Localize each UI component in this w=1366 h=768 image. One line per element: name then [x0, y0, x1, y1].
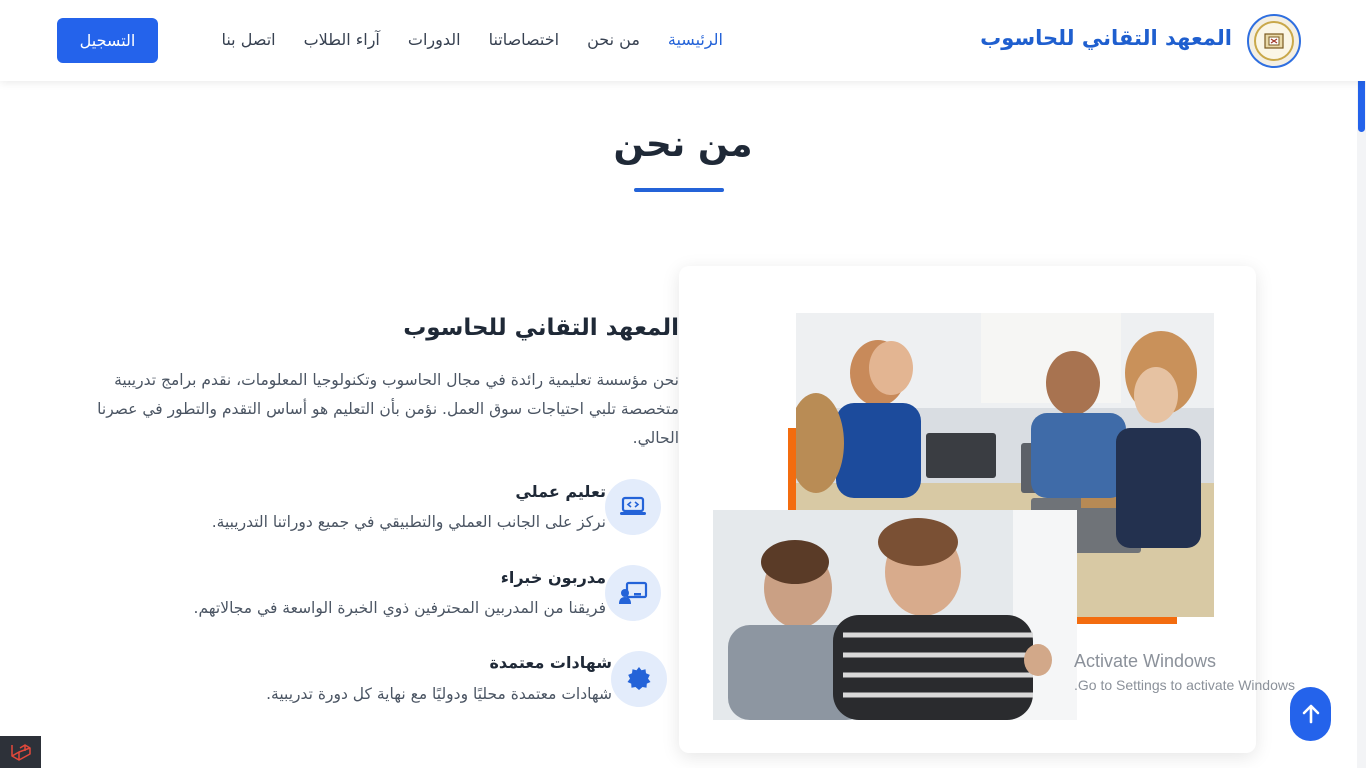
title-underline — [634, 188, 724, 192]
instructor-whiteboard-photo — [713, 510, 1077, 720]
main-nav: الرئيسية من نحن اختصاصاتنا الدورات آراء … — [221, 30, 723, 49]
windows-activation-subtitle: Go to Settings to activate Windows. — [1074, 677, 1295, 693]
feature-text: شهادات معتمدة محليًا ودوليًا مع نهاية كل… — [266, 685, 612, 703]
back-to-top-button[interactable] — [1290, 687, 1331, 741]
nav-about[interactable]: من نحن — [587, 30, 640, 49]
decor-orange-bar-horizontal — [1073, 617, 1177, 624]
nav-specializations[interactable]: اختصاصاتنا — [489, 30, 560, 49]
about-description: نحن مؤسسة تعليمية رائدة في مجال الحاسوب … — [97, 371, 679, 447]
logo-emblem-icon — [1254, 21, 1294, 61]
nav-testimonials[interactable]: آراء الطلاب — [304, 30, 380, 49]
brand-name[interactable]: المعهد التقاني للحاسوب — [980, 26, 1232, 50]
laravel-icon — [10, 744, 31, 761]
register-button[interactable]: التسجيل — [57, 18, 158, 63]
feature-title: شهادات معتمدة — [489, 653, 612, 672]
section-title: من نحن — [613, 124, 753, 165]
nav-courses[interactable]: الدورات — [408, 30, 461, 49]
institute-logo[interactable] — [1247, 14, 1301, 68]
feature-title: تعليم عملي — [515, 482, 606, 501]
arrow-up-icon — [1302, 704, 1319, 724]
nav-contact[interactable]: اتصل بنا — [221, 30, 275, 49]
page-scrollbar[interactable] — [1357, 0, 1366, 768]
teacher-icon — [605, 565, 661, 621]
laptop-code-icon — [605, 479, 661, 535]
nav-home[interactable]: الرئيسية — [668, 30, 723, 49]
about-heading: المعهد التقاني للحاسوب — [403, 315, 679, 341]
certificate-icon — [611, 651, 667, 707]
feature-text: فريقنا من المدربين المحترفين ذوي الخبرة … — [193, 599, 606, 617]
feature-text: نركز على الجانب العملي والتطبيقي في جميع… — [211, 513, 606, 531]
feature-title: مدربون خبراء — [500, 568, 606, 587]
laravel-debug-badge[interactable] — [0, 736, 41, 768]
windows-activation-title: Activate Windows — [1074, 651, 1217, 671]
site-header: المعهد التقاني للحاسوب الرئيسية من نحن ا… — [0, 0, 1366, 81]
